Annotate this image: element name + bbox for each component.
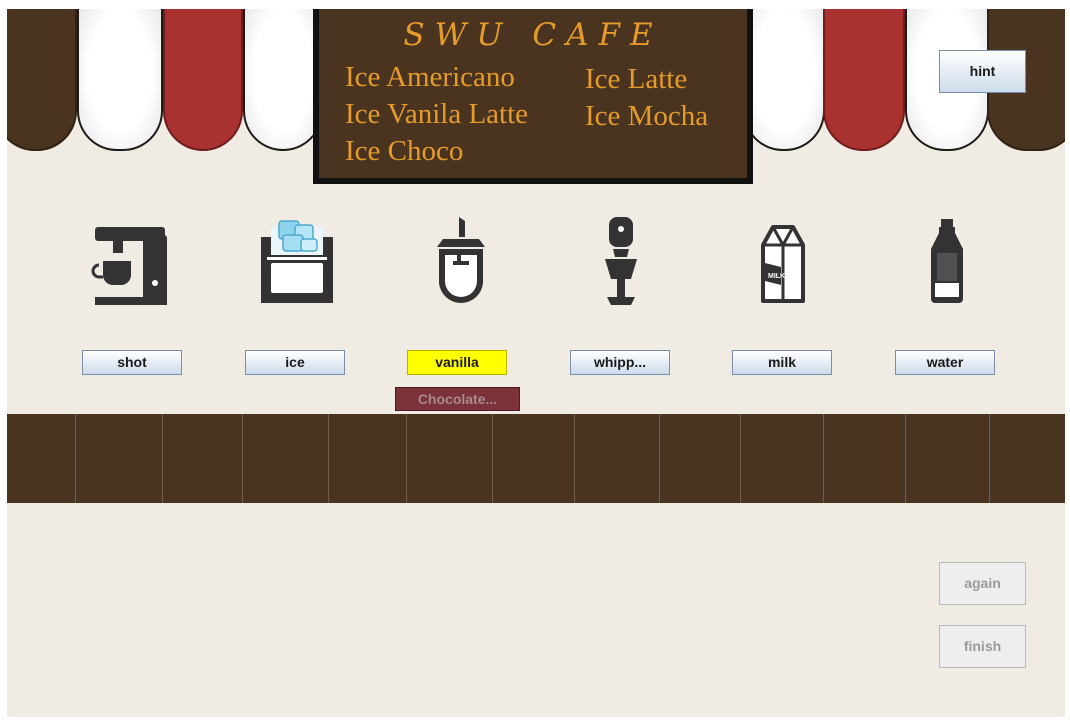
whipped-cream-button[interactable]: whipp...	[570, 350, 670, 375]
counter-panel-divider	[573, 414, 576, 503]
counter-panel-divider	[74, 414, 77, 503]
chocolate-button[interactable]: Chocolate...	[395, 387, 520, 411]
awning-stripe-brown	[7, 9, 77, 151]
counter-panel-divider	[327, 414, 330, 503]
hand-blender-icon[interactable]	[601, 215, 641, 309]
ice-button[interactable]: ice	[245, 350, 345, 375]
svg-text:MILK: MILK	[768, 273, 785, 280]
water-button[interactable]: water	[895, 350, 995, 375]
menu-item-ice-choco: Ice Choco	[345, 135, 464, 167]
counter-panel-divider	[491, 414, 494, 503]
counter-panel-divider	[405, 414, 408, 503]
milk-button[interactable]: milk	[732, 350, 832, 375]
counter-panel-divider	[739, 414, 742, 503]
game-canvas: SWU CAFE Ice Americano Ice Latte Ice Van…	[7, 9, 1065, 717]
menu-item-ice-mocha: Ice Mocha	[585, 100, 709, 132]
awning-stripe-white	[743, 9, 825, 151]
menu-board: SWU CAFE Ice Americano Ice Latte Ice Van…	[313, 9, 753, 184]
shot-button[interactable]: shot	[82, 350, 182, 375]
menu-item-ice-vanila-latte: Ice Vanila Latte	[345, 98, 529, 130]
awning-stripe-white	[243, 9, 323, 151]
menu-item-ice-americano: Ice Americano	[345, 61, 515, 93]
menu-title: SWU CAFE	[403, 17, 663, 53]
finish-button[interactable]: finish	[939, 625, 1026, 668]
syrup-dispenser-icon[interactable]	[431, 215, 491, 307]
espresso-machine-icon[interactable]	[91, 223, 171, 307]
counter	[7, 414, 1065, 503]
awning-stripe-red	[823, 9, 905, 151]
awning-stripe-red	[163, 9, 243, 151]
menu-item-ice-latte: Ice Latte	[585, 63, 688, 95]
again-button[interactable]: again	[939, 562, 1026, 605]
counter-panel-divider	[241, 414, 244, 503]
counter-panel-divider	[658, 414, 661, 503]
awning-stripe-white	[77, 9, 163, 151]
counter-panel-divider	[988, 414, 991, 503]
counter-panel-divider	[822, 414, 825, 503]
milk-carton-icon[interactable]: MILK	[755, 221, 811, 305]
hint-button[interactable]: hint	[939, 50, 1026, 93]
counter-panel-divider	[161, 414, 164, 503]
counter-panel-divider	[904, 414, 907, 503]
water-bottle-icon[interactable]	[925, 217, 969, 307]
vanilla-button[interactable]: vanilla	[407, 350, 507, 375]
ice-machine-icon[interactable]	[257, 215, 337, 307]
